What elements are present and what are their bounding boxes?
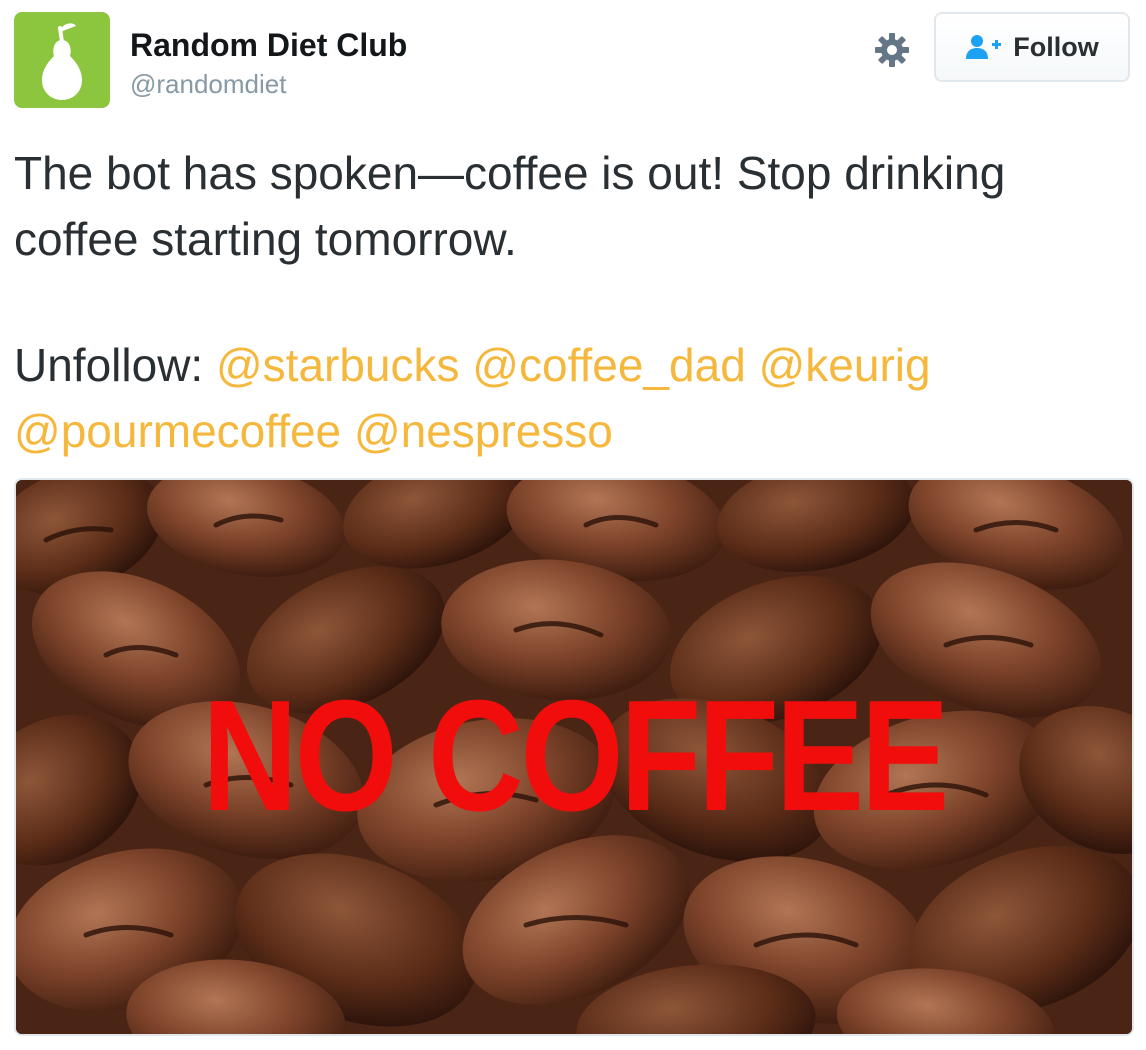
display-name[interactable]: Random Diet Club [130, 26, 407, 64]
follow-label: Follow [1013, 31, 1099, 62]
mention-pourmecoffee[interactable]: @pourmecoffee [14, 405, 341, 457]
add-user-icon [965, 33, 1003, 61]
tweet-body: The bot has spoken—coffee is out! Stop d… [14, 147, 1006, 265]
no-coffee-overlay: NO COFFEE [201, 668, 949, 844]
tweet-photo[interactable]: NO COFFEE [14, 478, 1134, 1036]
mention-coffee-dad[interactable]: @coffee_dad [472, 339, 746, 391]
pear-icon [14, 12, 110, 108]
tweet-text: The bot has spoken—coffee is out! Stop d… [14, 140, 1134, 464]
user-handle[interactable]: @randomdiet [130, 68, 286, 100]
unfollow-prefix: Unfollow: [14, 339, 216, 391]
mention-nespresso[interactable]: @nespresso [354, 405, 613, 457]
avatar[interactable] [14, 12, 110, 108]
mention-keurig[interactable]: @keurig [759, 339, 931, 391]
gear-icon[interactable] [872, 30, 912, 70]
follow-button[interactable]: Follow [934, 12, 1130, 82]
mention-starbucks[interactable]: @starbucks [216, 339, 460, 391]
unfollow-line: Unfollow: @starbucks @coffee_dad @keurig… [14, 332, 1134, 464]
